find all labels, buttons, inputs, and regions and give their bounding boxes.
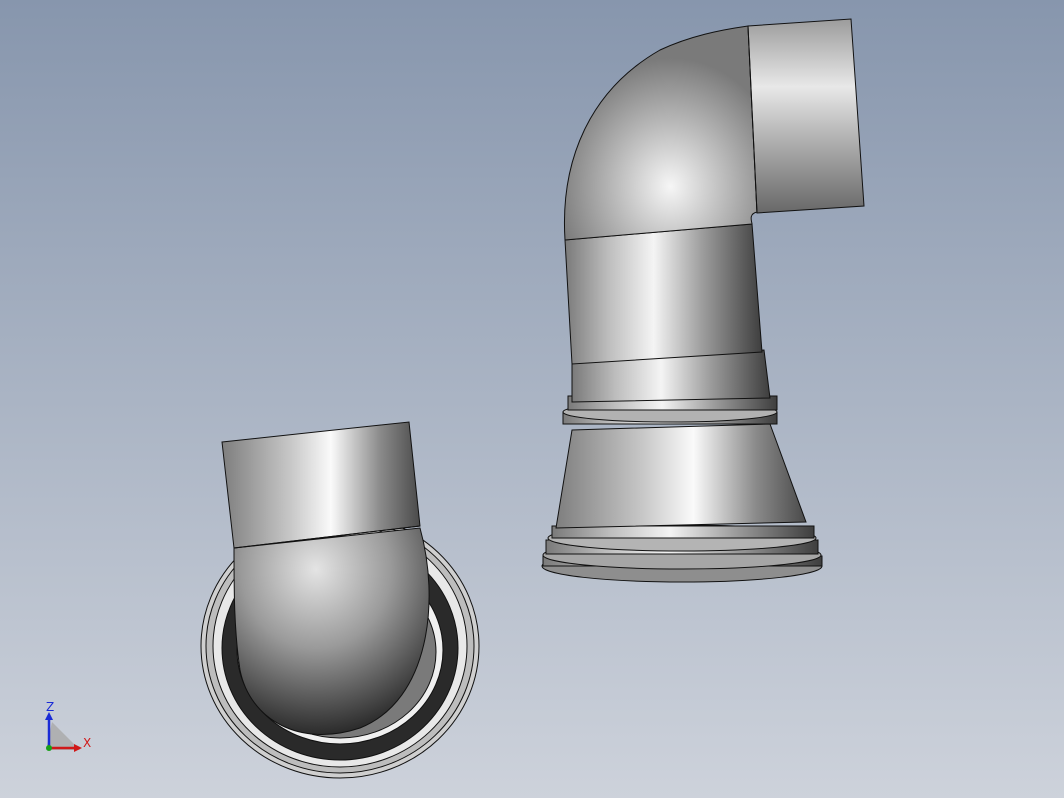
y-axis-dot (46, 745, 52, 751)
viewport-background (0, 0, 1064, 798)
model-canvas[interactable]: Z X (0, 0, 1064, 798)
z-axis-label: Z (46, 700, 54, 714)
x-axis-label: X (83, 736, 91, 750)
graphics-viewport[interactable]: Z X (0, 0, 1064, 798)
